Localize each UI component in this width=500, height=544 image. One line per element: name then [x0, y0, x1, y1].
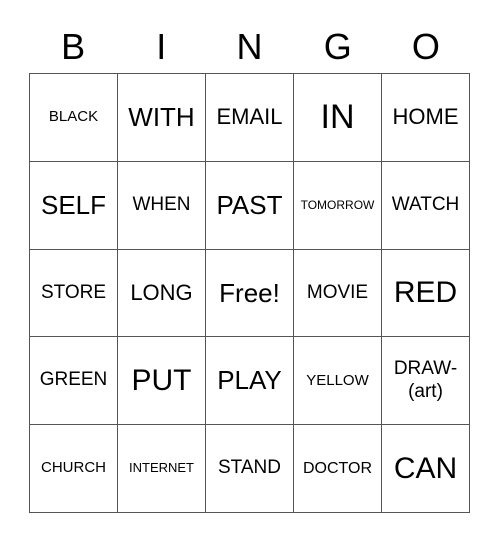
bingo-cell[interactable]: IN [294, 74, 382, 162]
bingo-cell[interactable]: TOMORROW [294, 161, 382, 250]
bingo-cell[interactable]: WITH [118, 74, 206, 162]
bingo-cell[interactable]: PUT [118, 337, 206, 426]
bingo-card-grid: BLACK WITH EMAIL IN HOME SELF WHEN PAST … [29, 73, 470, 513]
bingo-cell[interactable]: DOCTOR [294, 425, 382, 513]
bingo-cell[interactable]: HOME [382, 74, 470, 162]
bingo-cell[interactable]: STAND [206, 425, 294, 513]
bingo-cell[interactable]: EMAIL [206, 74, 294, 162]
bingo-cell[interactable]: MOVIE [294, 249, 382, 338]
bingo-cell[interactable]: PLAY [206, 337, 294, 426]
bingo-cell[interactable]: WATCH [382, 161, 470, 250]
free-space-cell[interactable]: Free! [206, 249, 294, 338]
header-letter-b: B [61, 26, 86, 67]
bingo-cell[interactable]: PAST [206, 161, 294, 250]
bingo-cell[interactable]: YELLOW [294, 337, 382, 426]
bingo-cell[interactable]: CAN [382, 425, 470, 513]
header-letter-i: I [156, 26, 167, 67]
header-letter-n: N [236, 26, 263, 67]
bingo-cell[interactable]: CHURCH [30, 425, 118, 513]
bingo-cell[interactable]: LONG [118, 249, 206, 338]
bingo-cell[interactable]: WHEN [118, 161, 206, 250]
bingo-cell[interactable]: BLACK [30, 74, 118, 162]
bingo-cell[interactable]: INTERNET [118, 425, 206, 513]
bingo-cell[interactable]: SELF [30, 161, 118, 250]
header-letter-o: O [411, 26, 440, 67]
bingo-cell[interactable]: STORE [30, 249, 118, 338]
bingo-cell[interactable]: GREEN [30, 337, 118, 426]
bingo-header: B I N G O [29, 22, 470, 72]
header-letter-g: G [323, 26, 352, 67]
bingo-cell[interactable]: RED [382, 249, 470, 338]
bingo-cell[interactable]: DRAW- (art) [382, 337, 470, 426]
